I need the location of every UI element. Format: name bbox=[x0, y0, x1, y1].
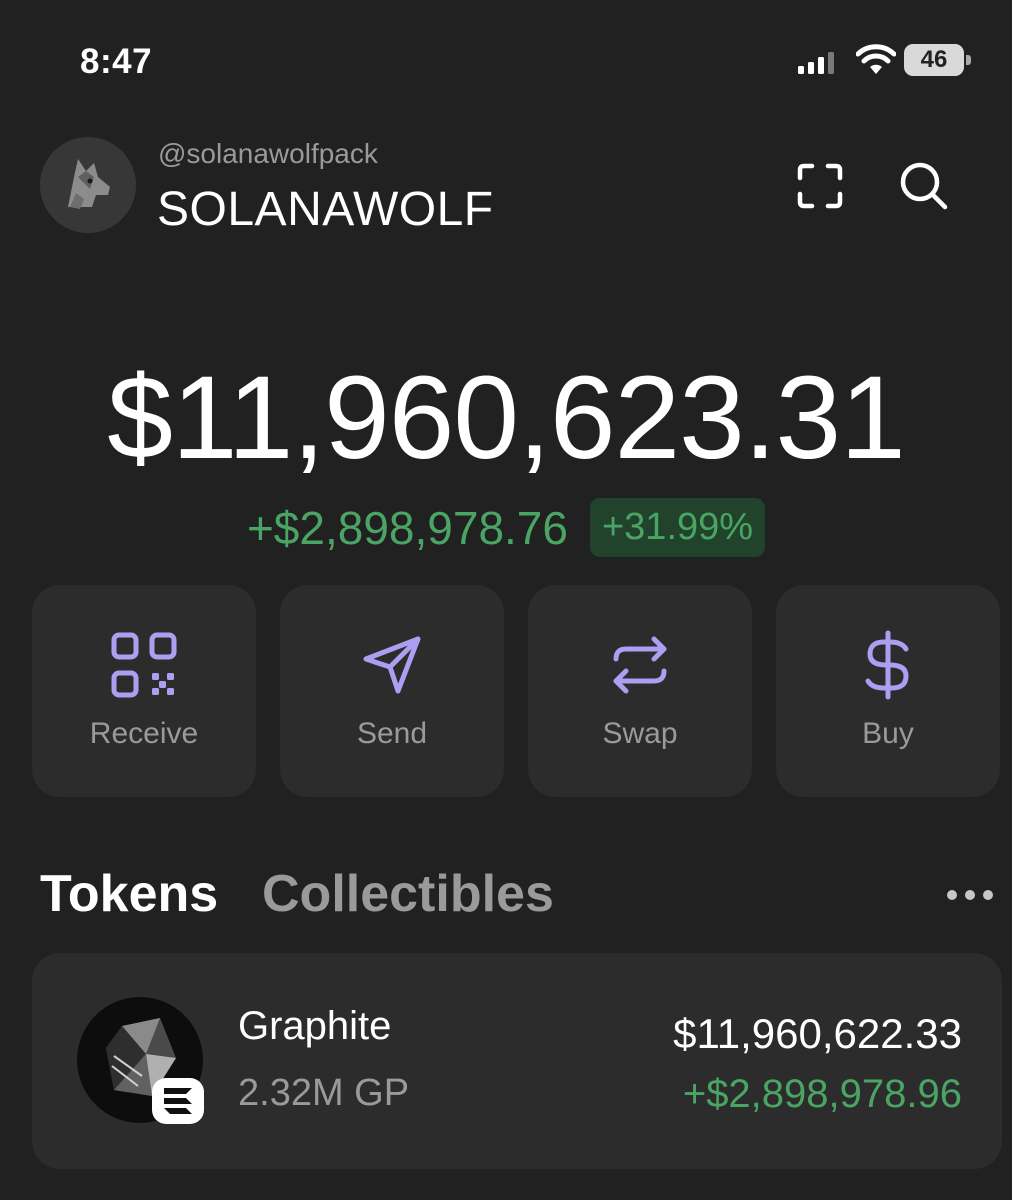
token-amount: 2.32M GP bbox=[238, 1072, 410, 1114]
account-handle[interactable]: @solanawolfpack bbox=[158, 138, 378, 170]
swap-label: Swap bbox=[602, 717, 678, 750]
wolf-icon bbox=[68, 159, 110, 209]
total-balance: $11,960,623.31 bbox=[107, 352, 905, 484]
wifi-icon bbox=[856, 44, 896, 74]
receive-button[interactable]: Receive bbox=[32, 585, 256, 797]
receive-label: Receive bbox=[89, 717, 199, 750]
balance-change-amount: +$2,898,978.76 bbox=[246, 501, 568, 554]
search-button[interactable] bbox=[894, 156, 954, 216]
balance-change-percent: +31.99% bbox=[589, 498, 766, 557]
send-label: Send bbox=[356, 717, 428, 750]
send-icon bbox=[363, 636, 421, 694]
battery-icon: 46 bbox=[904, 44, 974, 76]
scan-icon bbox=[797, 163, 843, 209]
token-change: +$2,898,978.96 bbox=[682, 1072, 962, 1116]
qr-code-icon bbox=[111, 632, 177, 698]
account-name[interactable]: SOLANAWOLF bbox=[157, 182, 494, 237]
token-name: Graphite bbox=[238, 1004, 392, 1048]
status-time: 8:47 bbox=[80, 42, 153, 81]
token-value: $11,960,622.33 bbox=[673, 1010, 962, 1057]
swap-icon bbox=[613, 636, 667, 694]
more-options-icon[interactable] bbox=[944, 880, 996, 910]
send-button[interactable]: Send bbox=[280, 585, 504, 797]
buy-label: Buy bbox=[862, 717, 914, 750]
swap-button[interactable]: Swap bbox=[528, 585, 752, 797]
signal-icon bbox=[798, 52, 834, 74]
action-bar: Receive Send Swap Buy bbox=[32, 585, 1002, 797]
buy-button[interactable]: Buy bbox=[776, 585, 1000, 797]
scan-button[interactable] bbox=[790, 156, 850, 216]
tab-tokens[interactable]: Tokens bbox=[40, 864, 218, 924]
graphite-token-icon bbox=[76, 996, 206, 1126]
dollar-icon bbox=[865, 630, 909, 700]
search-icon bbox=[900, 162, 948, 210]
battery-level: 46 bbox=[920, 46, 948, 73]
wolf-avatar[interactable] bbox=[40, 137, 136, 233]
balance-change-row: +$2,898,978.76 +31.99% bbox=[0, 498, 1012, 557]
tab-collectibles[interactable]: Collectibles bbox=[262, 864, 554, 924]
